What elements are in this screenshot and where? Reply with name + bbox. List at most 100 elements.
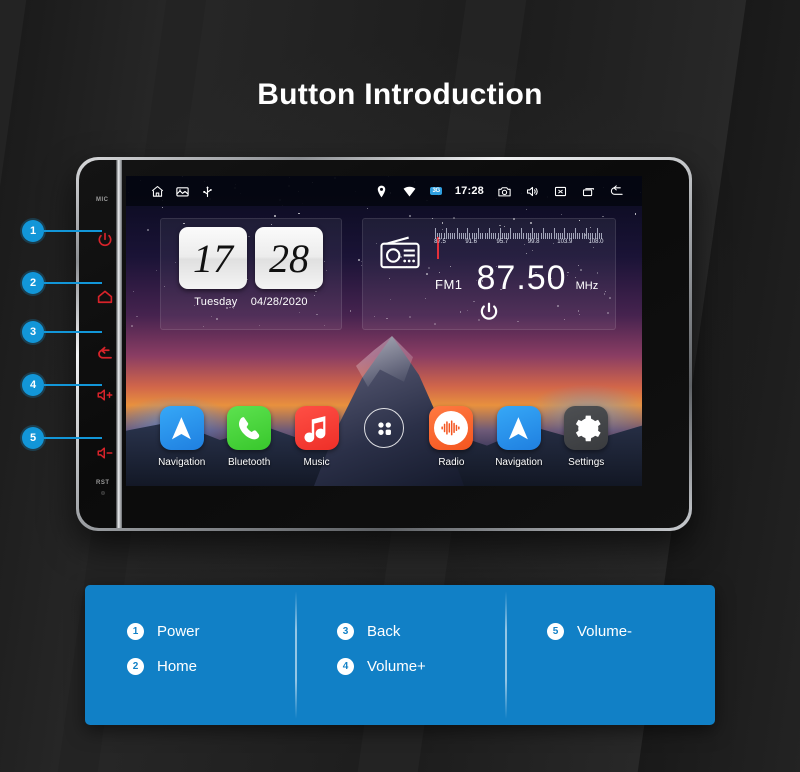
callout-1: 1: [22, 220, 102, 242]
star: [367, 207, 369, 209]
dock-app-apps-grid[interactable]: [350, 406, 417, 455]
callout-number: 5: [22, 427, 44, 449]
tuner-tick: [499, 228, 501, 239]
close-icon[interactable]: [553, 184, 568, 199]
legend-item: 4 Volume+: [337, 658, 505, 675]
radio-tuner-scale[interactable]: 87.5 91.6 95.7 99.8 103.9 108.0: [434, 225, 604, 259]
legend-item-label: Home: [157, 658, 198, 675]
callout-2: 2: [22, 272, 102, 294]
page-title: Button Introduction: [257, 78, 543, 111]
dock-app-navigation[interactable]: Navigation: [485, 406, 552, 468]
tuner-tick: [564, 228, 566, 239]
tuner-scale-label: 87.5: [434, 239, 446, 245]
clock-widget[interactable]: 17 28 Tuesday 04/28/2020: [160, 218, 342, 330]
legend-panel: 1 Power 2 Home 3 Back 4 Volume+ 5 Volume-: [85, 585, 715, 725]
legend-item-label: Volume-: [577, 623, 633, 640]
reset-pinhole[interactable]: [101, 491, 105, 495]
legend-item-number: 3: [337, 623, 354, 640]
device-body: MIC RST 3G 17:28 17 28 Tuesday 04/28/202…: [79, 160, 689, 528]
dock-app-label: Settings: [568, 457, 605, 468]
tuner-tick: [542, 228, 544, 239]
navigation-icon[interactable]: [159, 406, 204, 450]
tuner-tick: [478, 228, 480, 239]
callout-number: 1: [22, 220, 44, 242]
clock-hours: 17: [179, 227, 247, 289]
clock-weekday: Tuesday: [194, 296, 238, 308]
legend-item-number: 1: [127, 623, 144, 640]
tuner-tick: [467, 228, 469, 239]
gear-icon[interactable]: [564, 406, 609, 450]
star: [408, 215, 411, 218]
bezel-chrome-strip: [116, 160, 122, 528]
legend-column: 3 Back 4 Volume+: [295, 585, 505, 725]
tuner-tick: [445, 228, 447, 239]
callout-number: 3: [22, 321, 44, 343]
recents-icon[interactable]: [581, 184, 596, 199]
gallery-icon[interactable]: [175, 184, 190, 199]
legend-item-number: 5: [547, 623, 564, 640]
touchscreen[interactable]: 3G 17:28 17 28 Tuesday 04/28/2020 87.5 9…: [126, 176, 642, 486]
music-note-icon[interactable]: [294, 406, 339, 450]
tuner-scale-label: 99.8: [527, 239, 540, 245]
callout-connector-line: [44, 230, 102, 232]
tuner-tick: [456, 228, 458, 239]
status-bar-left: [126, 184, 215, 199]
callout-number: 4: [22, 374, 44, 396]
tuner-scale-labels: 87.5 91.6 95.7 99.8 103.9 108.0: [434, 239, 604, 251]
radio-wave-icon[interactable]: [429, 406, 474, 450]
tuner-tick: [553, 228, 555, 239]
callout-connector-line: [44, 282, 102, 284]
car-head-unit-device: MIC RST 3G 17:28 17 28 Tuesday 04/28/202…: [76, 157, 692, 531]
dock-app-music[interactable]: Music: [283, 406, 350, 468]
callout-4: 4: [22, 374, 102, 396]
radio-widget[interactable]: 87.5 91.6 95.7 99.8 103.9 108.0 FM1 87.50 MHz: [362, 218, 616, 330]
clock-date: 04/28/2020: [250, 296, 308, 308]
legend-item-number: 2: [127, 658, 144, 675]
dock-app-label: Music: [303, 457, 330, 468]
navigation-icon[interactable]: [496, 406, 541, 450]
phone-icon[interactable]: [227, 406, 272, 450]
status-bar: 3G 17:28: [126, 176, 642, 206]
callout-connector-line: [44, 437, 102, 439]
dock-app-bluetooth[interactable]: Bluetooth: [215, 406, 282, 468]
radio-icon: [379, 235, 421, 271]
dock-app-settings[interactable]: Settings: [553, 406, 620, 468]
legend-column: 1 Power 2 Home: [85, 585, 295, 725]
tuner-scale-label: 108.0: [588, 239, 604, 245]
dock-app-label: Bluetooth: [228, 457, 271, 468]
tuner-scale-label: 95.7: [496, 239, 509, 245]
tuner-tick: [596, 228, 598, 239]
dock-app-navigation[interactable]: Navigation: [148, 406, 215, 468]
legend-item: 5 Volume-: [547, 623, 715, 640]
network-badge: 3G: [430, 187, 442, 195]
tuner-tick: [585, 228, 587, 239]
camera-icon[interactable]: [497, 184, 512, 199]
clock-date-row: Tuesday 04/28/2020: [161, 296, 341, 308]
tuner-tick: [521, 228, 523, 239]
power-icon[interactable]: [478, 301, 500, 323]
legend-column: 5 Volume-: [505, 585, 715, 725]
callout-connector-line: [44, 384, 102, 386]
apps-grid-icon[interactable]: [363, 408, 404, 448]
home-icon[interactable]: [150, 184, 165, 199]
tuner-tick: [488, 228, 490, 239]
mic-label: MIC: [96, 197, 109, 203]
tuner-tick: [435, 228, 436, 239]
back-icon[interactable]: [609, 184, 624, 199]
usb-icon[interactable]: [200, 184, 215, 199]
back-icon[interactable]: [96, 345, 114, 363]
dock-app-radio[interactable]: Radio: [418, 406, 485, 468]
tuner-scale-label: 91.6: [465, 239, 478, 245]
tuner-ticks: [435, 225, 602, 239]
volume-icon[interactable]: [525, 184, 540, 199]
tuner-tick: [510, 228, 512, 239]
dock-app-label: Navigation: [495, 457, 543, 468]
legend-item: 2 Home: [127, 658, 295, 675]
legend-item-label: Back: [367, 623, 401, 640]
flip-clock: 17 28: [161, 227, 341, 289]
legend-item: 3 Back: [337, 623, 505, 640]
tuner-tick: [575, 228, 577, 239]
dock-app-label: Navigation: [158, 457, 206, 468]
radio-unit: MHz: [575, 280, 599, 292]
radio-band: FM1: [435, 277, 463, 292]
